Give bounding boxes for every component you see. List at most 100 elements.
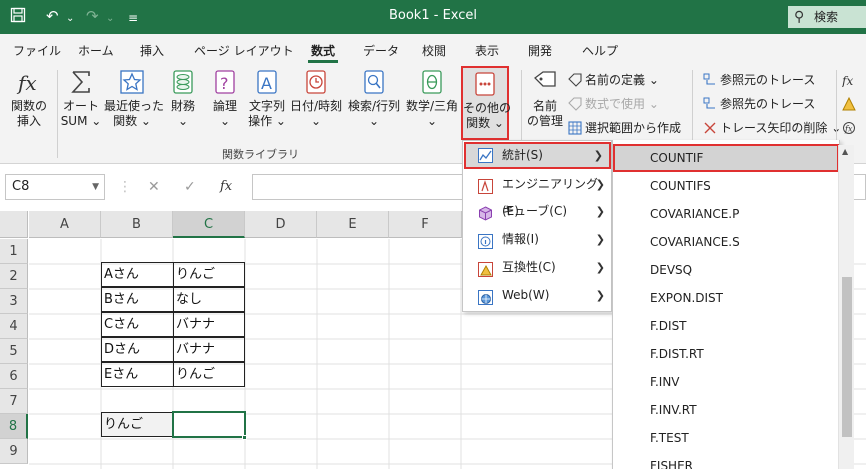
function-item[interactable]: F.INV.RT xyxy=(613,396,839,424)
column-header-e[interactable]: E xyxy=(317,211,389,238)
more-functions-button[interactable]: その他の 関数 ⌄ xyxy=(461,66,511,140)
column-header-a[interactable]: A xyxy=(29,211,101,238)
menu-item-web[interactable]: Web(W) ❯ xyxy=(464,282,611,309)
insert-function-button[interactable]: fx 関数の 挿入 xyxy=(8,68,50,129)
function-item[interactable]: F.DIST.RT xyxy=(613,340,839,368)
row-header-3[interactable]: 3 xyxy=(0,289,28,314)
name-box-dropdown-icon[interactable]: ▼ xyxy=(92,175,99,199)
date-time-label-1: 日付/時刻 xyxy=(289,99,343,113)
row-header-4[interactable]: 4 xyxy=(0,314,28,339)
row-header-5[interactable]: 5 xyxy=(0,339,28,364)
insert-function-fx-icon[interactable]: fx xyxy=(220,179,232,194)
fill-handle[interactable] xyxy=(242,435,247,440)
formula-tag-icon xyxy=(568,97,582,111)
row-header-1[interactable]: 1 xyxy=(0,239,28,264)
trace-dependents-icon xyxy=(703,97,717,111)
tab-review[interactable]: 校閲 xyxy=(422,42,446,59)
recently-used-button[interactable]: 最近使った 関数 ⌄ xyxy=(104,68,164,129)
lookup-reference-button[interactable]: 検索/行列 ⌄ xyxy=(346,68,402,129)
name-manager-label-2: の管理 xyxy=(526,114,563,128)
evaluate-formula-icon[interactable]: fx xyxy=(842,120,859,136)
cell-b4[interactable]: Cさん xyxy=(101,312,174,337)
name-manager-button[interactable]: 名前 の管理 xyxy=(524,68,566,129)
menu-item-engineering[interactable]: エンジニアリング(E) ❯ xyxy=(464,171,611,218)
cancel-entry-icon[interactable]: ✕ xyxy=(148,179,160,195)
cell-c5[interactable]: バナナ xyxy=(173,337,245,362)
trace-precedents-label: 参照元のトレース xyxy=(720,73,816,87)
confirm-entry-icon[interactable]: ✓ xyxy=(184,179,196,195)
tab-home[interactable]: ホーム xyxy=(78,42,114,59)
scroll-up-icon[interactable]: ▲ xyxy=(842,147,848,156)
function-library-group-label: 関数ライブラリ xyxy=(222,148,299,161)
row-header-8[interactable]: 8 xyxy=(0,414,28,439)
remove-arrows-button[interactable]: トレース矢印の削除 ⌄ xyxy=(703,120,841,136)
cell-b8[interactable]: りんご xyxy=(101,412,174,437)
column-header-c[interactable]: C xyxy=(173,211,245,238)
tag-small-icon xyxy=(568,73,582,87)
function-item[interactable]: F.INV xyxy=(613,368,839,396)
trace-dependents-button[interactable]: 参照先のトレース xyxy=(703,96,815,112)
financial-button[interactable]: 財務 ⌄ xyxy=(166,68,200,129)
autosum-button[interactable]: オート SUM ⌄ xyxy=(60,68,102,129)
column-header-d[interactable]: D xyxy=(245,211,317,238)
more-functions-icon xyxy=(471,70,499,98)
trace-precedents-button[interactable]: 参照元のトレース xyxy=(703,72,815,88)
cell-c4[interactable]: バナナ xyxy=(173,312,245,337)
column-header-b[interactable]: B xyxy=(101,211,173,238)
row-header-2[interactable]: 2 xyxy=(0,264,28,289)
function-item[interactable]: COVARIANCE.S xyxy=(613,228,839,256)
logical-button[interactable]: ? 論理 ⌄ xyxy=(208,68,242,129)
menu-item-statistics[interactable]: 統計(S) ❯ xyxy=(464,142,611,169)
financial-label-1: 財務 xyxy=(170,99,195,113)
function-item[interactable]: EXPON.DIST xyxy=(613,284,839,312)
function-item-countif[interactable]: COUNTIF xyxy=(613,144,839,172)
tab-file[interactable]: ファイル xyxy=(13,42,61,59)
cell-b2[interactable]: Aさん xyxy=(101,262,174,287)
tab-formulas[interactable]: 数式 xyxy=(311,42,335,59)
row-header-6[interactable]: 6 xyxy=(0,364,28,389)
grid-selection-icon xyxy=(568,121,582,135)
cell-b3[interactable]: Bさん xyxy=(101,287,174,312)
show-formulas-icon[interactable]: fx xyxy=(841,72,859,88)
more-functions-menu: 統計(S) ❯ エンジニアリング(E) ❯ キューブ(C) ❯ 情報(I) ❯ … xyxy=(462,140,612,312)
function-item[interactable]: F.DIST xyxy=(613,312,839,340)
define-name-button[interactable]: 名前の定義 ⌄ xyxy=(568,72,659,88)
tab-insert[interactable]: 挿入 xyxy=(140,42,164,59)
date-time-button[interactable]: 日付/時刻 ⌄ xyxy=(289,68,343,129)
column-header-f[interactable]: F xyxy=(389,211,462,238)
text-functions-button[interactable]: A 文字列 操作 ⌄ xyxy=(246,68,288,129)
menu-item-cube[interactable]: キューブ(C) ❯ xyxy=(464,198,611,225)
row-header-7[interactable]: 7 xyxy=(0,389,28,414)
select-all-corner[interactable] xyxy=(0,211,28,238)
insert-function-label-1: 関数の xyxy=(10,99,47,113)
cell-c6[interactable]: りんご xyxy=(173,362,245,387)
cell-c8-active[interactable] xyxy=(172,411,246,438)
menu-item-compatibility[interactable]: 互換性(C) ❯ xyxy=(464,254,611,281)
statistics-menu-scrollbar[interactable]: ▲ xyxy=(838,145,854,469)
create-from-selection-button[interactable]: 選択範囲から作成 xyxy=(568,120,681,136)
cell-c2[interactable]: りんご xyxy=(173,262,245,287)
error-checking-icon[interactable] xyxy=(842,96,859,112)
function-item[interactable]: COUNTIFS xyxy=(613,172,839,200)
tab-data[interactable]: データ xyxy=(363,42,399,59)
row-header-9[interactable]: 9 xyxy=(0,439,28,464)
function-item[interactable]: DEVSQ xyxy=(613,256,839,284)
svg-text:fx: fx xyxy=(844,125,853,134)
cell-c3[interactable]: なし xyxy=(173,287,245,312)
tag-icon xyxy=(531,68,559,96)
function-item[interactable]: F.TEST xyxy=(613,424,839,452)
tab-help[interactable]: ヘルプ xyxy=(582,42,618,59)
tab-developer[interactable]: 開発 xyxy=(528,42,552,59)
function-item[interactable]: FISHER xyxy=(613,452,839,469)
cell-b5[interactable]: Dさん xyxy=(101,337,174,362)
svg-text:fx: fx xyxy=(16,71,37,95)
function-item[interactable]: COVARIANCE.P xyxy=(613,200,839,228)
tab-view[interactable]: 表示 xyxy=(475,42,499,59)
cell-b6[interactable]: Eさん xyxy=(101,362,174,387)
menu-item-information[interactable]: 情報(I) ❯ xyxy=(464,226,611,253)
search-box[interactable]: ⚲ 検索 xyxy=(788,6,866,28)
scrollbar-thumb[interactable] xyxy=(842,277,852,437)
tab-page-layout[interactable]: ページ レイアウト xyxy=(194,42,294,59)
name-box[interactable]: C8 ▼ xyxy=(5,174,105,200)
math-trig-button[interactable]: 数学/三角 ⌄ xyxy=(404,68,460,129)
